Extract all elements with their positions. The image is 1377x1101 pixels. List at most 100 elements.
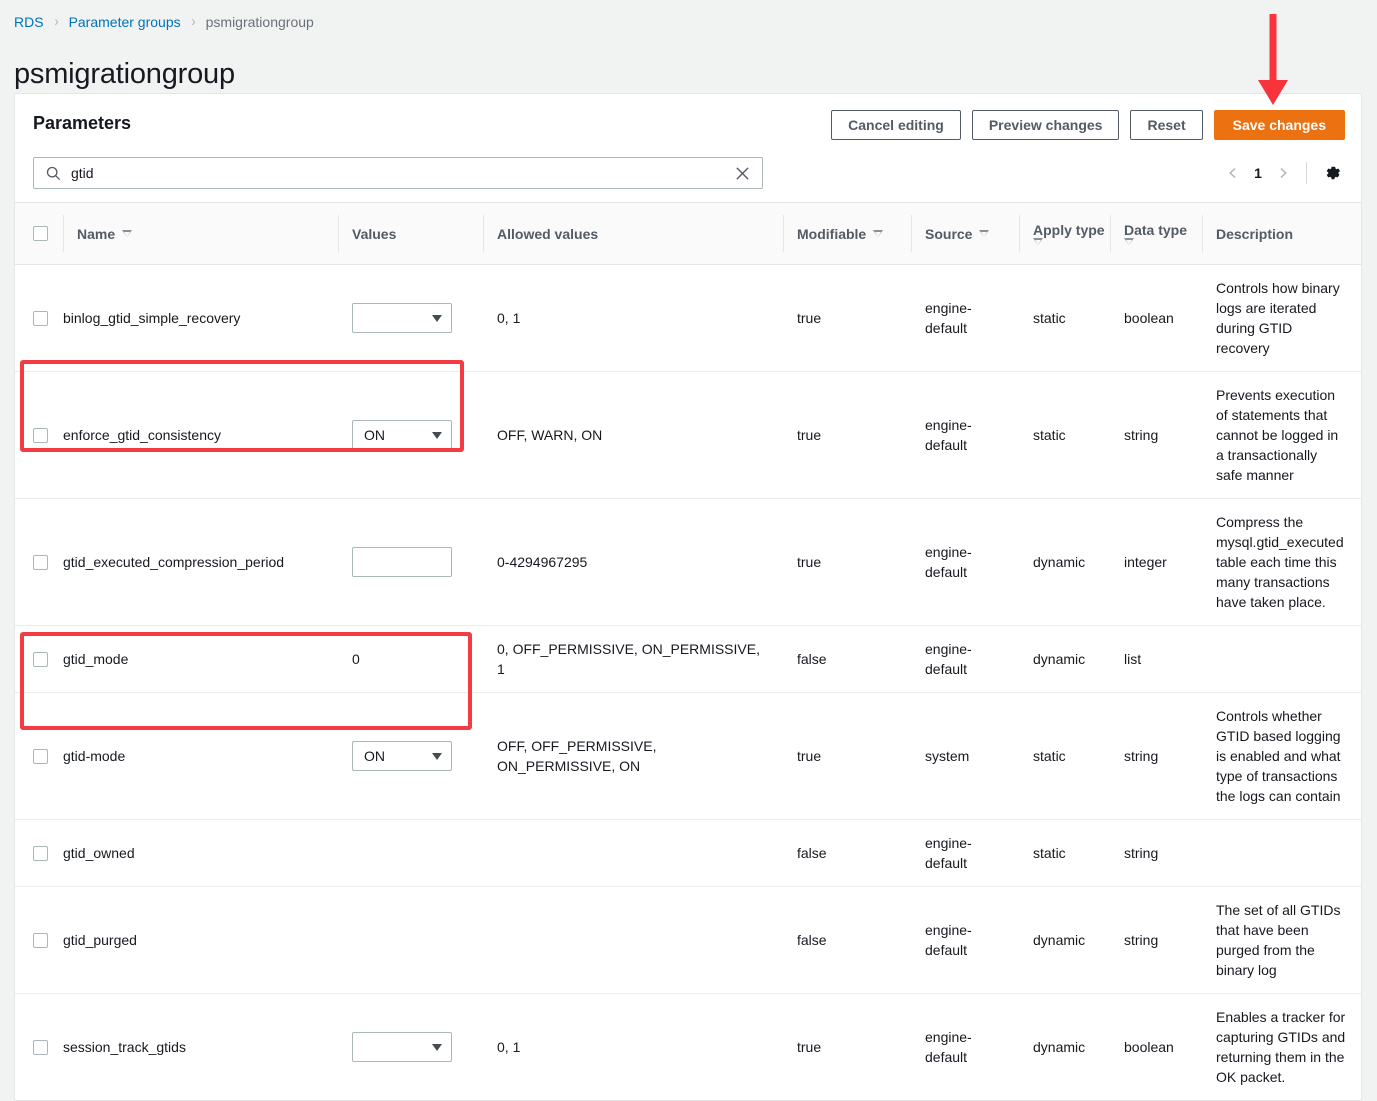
row-select-cell [15, 886, 63, 994]
source-value: system [925, 748, 970, 764]
allowed-values-cell: 0, 1 [483, 264, 783, 372]
description-text: Compress the mysql.gtid_executed table e… [1216, 514, 1344, 610]
row-checkbox[interactable] [33, 932, 48, 948]
data-type-cell: integer [1110, 498, 1202, 626]
column-header-name[interactable]: Name [63, 202, 338, 265]
cancel-editing-button[interactable]: Cancel editing [831, 110, 961, 140]
allowed-values-cell: 0, OFF_PERMISSIVE, ON_PERMISSIVE, 1 [483, 625, 783, 693]
table-preferences-button[interactable] [1319, 159, 1347, 187]
parameter-name-cell: gtid_mode [63, 625, 338, 693]
chevron-down-icon [432, 1043, 442, 1051]
preview-changes-button[interactable]: Preview changes [971, 110, 1120, 140]
row-checkbox[interactable] [33, 651, 48, 667]
parameter-name: gtid_purged [63, 932, 137, 948]
parameter-value-select[interactable]: ON [352, 420, 452, 450]
chevron-down-icon [432, 314, 442, 322]
parameter-value-select[interactable] [352, 303, 452, 333]
modifiable-cell: true [783, 371, 911, 499]
data-type-cell: boolean [1110, 994, 1202, 1101]
pagination-next-button[interactable] [1268, 158, 1298, 188]
close-icon[interactable] [735, 166, 750, 181]
sort-icon[interactable] [979, 230, 990, 237]
description-cell [1202, 819, 1361, 887]
parameter-name: gtid-mode [63, 748, 126, 764]
parameter-value-input[interactable] [352, 547, 452, 577]
row-checkbox[interactable] [33, 310, 48, 326]
sort-icon[interactable] [873, 230, 884, 237]
breadcrumb-separator-icon: › [53, 13, 59, 30]
column-header-modifiable[interactable]: Modifiable [783, 202, 911, 265]
chevron-down-icon [432, 431, 442, 439]
allowed-values: 0-4294967295 [497, 554, 588, 570]
data-type-value: boolean [1124, 310, 1174, 326]
description-cell: Enables a tracker for capturing GTIDs an… [1202, 994, 1361, 1101]
modifiable-cell: false [783, 625, 911, 693]
row-checkbox[interactable] [33, 748, 48, 764]
parameter-value-select[interactable]: ON [352, 741, 452, 771]
search-input-value: gtid [71, 165, 94, 181]
reset-button[interactable]: Reset [1130, 110, 1203, 140]
apply-type-cell: static [1019, 264, 1110, 372]
filter-row: gtid 1 [15, 146, 1361, 202]
sort-icon[interactable] [1033, 238, 1043, 245]
pagination-prev-button[interactable] [1218, 158, 1248, 188]
source-value: engine-default [925, 641, 972, 677]
modifiable-value: false [797, 845, 827, 861]
search-input[interactable]: gtid [33, 157, 763, 189]
description-cell: Compress the mysql.gtid_executed table e… [1202, 498, 1361, 626]
source-value: engine-default [925, 835, 972, 871]
parameter-name: gtid_executed_compression_period [63, 554, 285, 570]
source-cell: engine-default [911, 264, 1019, 372]
data-type-value: boolean [1124, 1039, 1174, 1055]
row-select-cell [15, 498, 63, 626]
apply-type-cell: static [1019, 819, 1110, 887]
select-all-checkbox[interactable] [33, 226, 48, 241]
row-checkbox[interactable] [33, 427, 48, 443]
sort-icon[interactable] [122, 230, 133, 237]
modifiable-cell: true [783, 264, 911, 372]
apply-type-value: static [1033, 427, 1066, 443]
data-type-cell: string [1110, 819, 1202, 887]
save-changes-button[interactable]: Save changes [1213, 110, 1345, 140]
parameter-value-cell: ON [338, 692, 483, 820]
parameter-name-cell: session_track_gtids [63, 994, 338, 1101]
parameter-name: session_track_gtids [63, 1039, 186, 1055]
apply-type-cell: static [1019, 371, 1110, 499]
table-row: gtid_mode 0 0, OFF_PERMISSIVE, ON_PERMISSI… [15, 625, 1361, 693]
sort-icon[interactable] [1124, 238, 1134, 245]
column-header-source[interactable]: Source [911, 202, 1019, 265]
apply-type-cell: dynamic [1019, 994, 1110, 1101]
parameter-value-select[interactable] [352, 1032, 452, 1062]
panel-actions: Cancel editing Preview changes Reset Sav… [831, 110, 1345, 140]
breadcrumb-item-current: psmigrationgroup [205, 13, 314, 30]
pagination-divider [1306, 162, 1307, 184]
data-type-cell: list [1110, 625, 1202, 693]
row-checkbox[interactable] [33, 554, 48, 570]
column-header-values: Values [338, 202, 483, 265]
modifiable-value: true [797, 427, 822, 443]
apply-type-cell: static [1019, 692, 1110, 820]
pagination-page-1[interactable]: 1 [1248, 165, 1268, 181]
row-select-cell [15, 692, 63, 820]
parameter-name: gtid_owned [63, 845, 135, 861]
breadcrumb-item-rds[interactable]: RDS [14, 14, 44, 30]
column-header-data-type[interactable]: Data type [1110, 202, 1202, 265]
data-type-value: string [1124, 845, 1159, 861]
parameter-value-cell [338, 994, 483, 1101]
allowed-values-cell: OFF, WARN, ON [483, 371, 783, 499]
column-header-apply-type[interactable]: Apply type [1019, 202, 1110, 265]
source-cell: engine-default [911, 625, 1019, 693]
row-checkbox[interactable] [33, 1039, 48, 1055]
source-cell: engine-default [911, 498, 1019, 626]
table-header-row: Name Values Allowed values Modifiable So… [15, 202, 1361, 265]
parameter-name: enforce_gtid_consistency [63, 427, 221, 443]
breadcrumb-item-parameter-groups[interactable]: Parameter groups [69, 14, 181, 30]
row-checkbox[interactable] [33, 845, 48, 861]
apply-type-value: static [1033, 310, 1066, 326]
source-cell: engine-default [911, 819, 1019, 887]
apply-type-value: dynamic [1033, 554, 1086, 570]
modifiable-cell: true [783, 692, 911, 820]
column-header-source-label: Source [925, 225, 973, 242]
allowed-values: OFF, OFF_PERMISSIVE, ON_PERMISSIVE, ON [497, 738, 657, 774]
data-type-value: string [1124, 932, 1159, 948]
